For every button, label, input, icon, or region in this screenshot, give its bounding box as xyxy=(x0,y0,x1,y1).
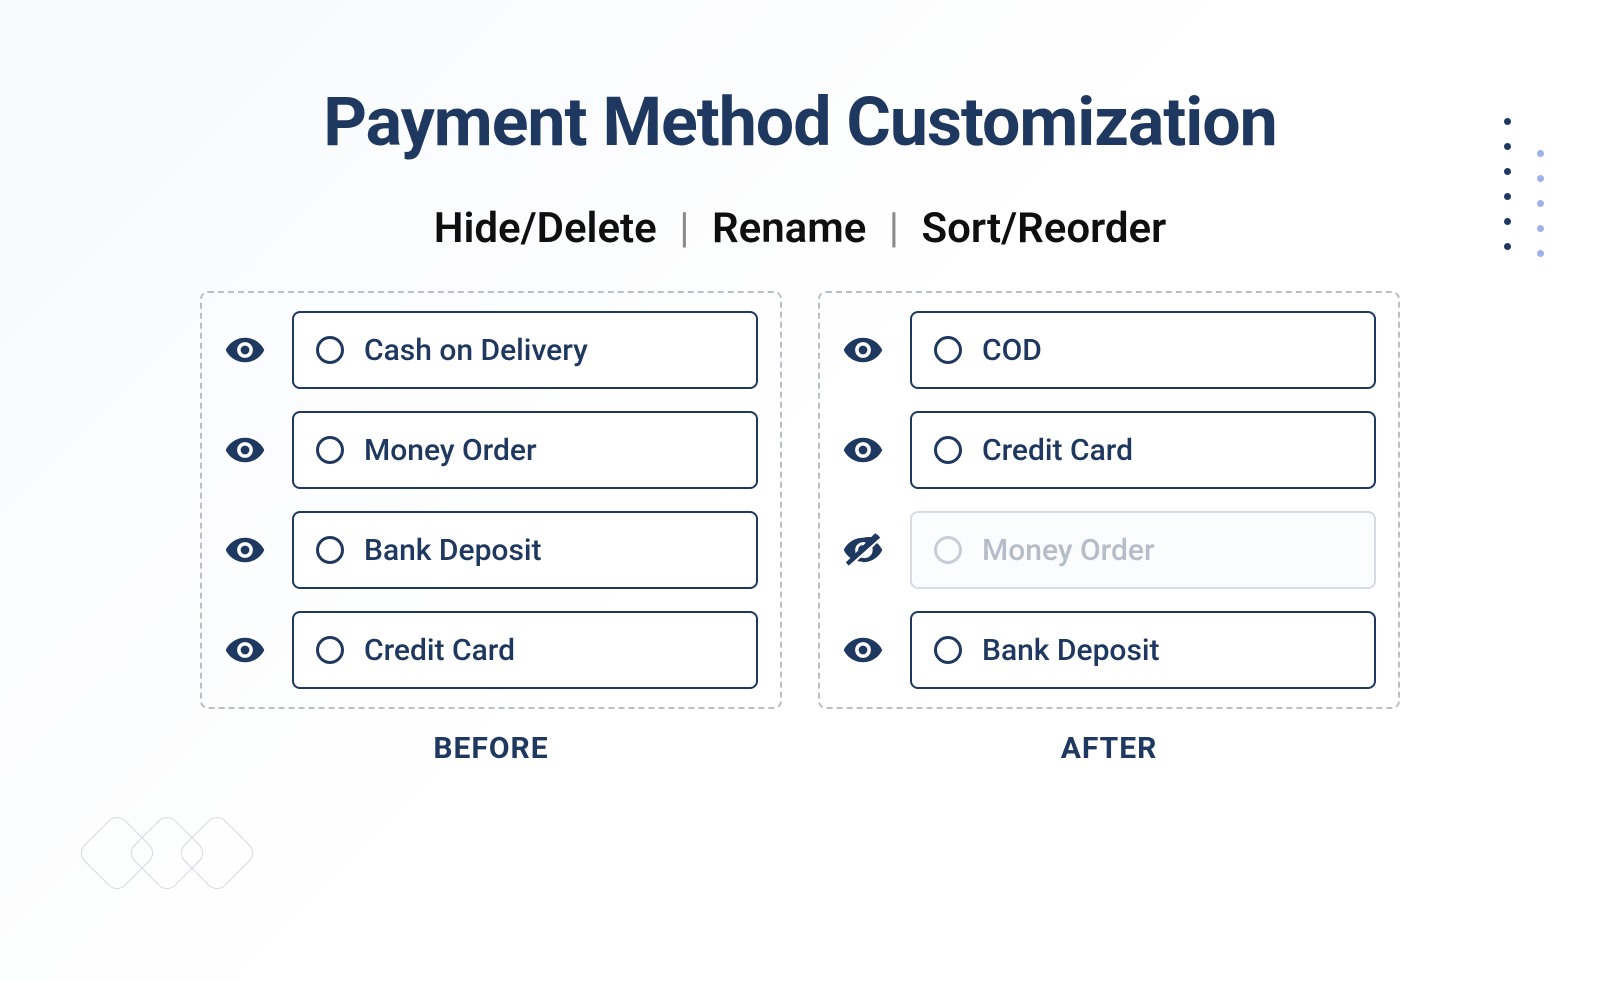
radio-icon[interactable] xyxy=(934,636,962,664)
payment-row: Credit Card xyxy=(842,411,1376,489)
before-caption: BEFORE xyxy=(200,731,782,766)
payment-label: Cash on Delivery xyxy=(364,333,588,368)
payment-option[interactable]: Cash on Delivery xyxy=(292,311,758,389)
separator: | xyxy=(679,204,689,253)
radio-icon[interactable] xyxy=(316,636,344,664)
radio-icon[interactable] xyxy=(934,536,962,564)
subtitle: Hide/Delete | Rename | Sort/Reorder xyxy=(0,204,1600,253)
payment-option[interactable]: Credit Card xyxy=(910,411,1376,489)
eye-visible-icon[interactable] xyxy=(224,329,266,371)
payment-label: Credit Card xyxy=(982,433,1133,468)
payment-label: Credit Card xyxy=(364,633,515,668)
payment-option[interactable]: Credit Card xyxy=(292,611,758,689)
eye-visible-icon[interactable] xyxy=(842,429,884,471)
payment-label: COD xyxy=(982,333,1042,368)
page-title: Payment Method Customization xyxy=(0,82,1600,162)
payment-row: Bank Deposit xyxy=(842,611,1376,689)
payment-row: Money Order xyxy=(842,511,1376,589)
radio-icon[interactable] xyxy=(316,536,344,564)
eye-visible-icon[interactable] xyxy=(224,629,266,671)
radio-icon[interactable] xyxy=(316,436,344,464)
payment-row: Credit Card xyxy=(224,611,758,689)
radio-icon[interactable] xyxy=(934,436,962,464)
payment-option[interactable]: COD xyxy=(910,311,1376,389)
after-caption: AFTER xyxy=(818,731,1400,766)
payment-row: Bank Deposit xyxy=(224,511,758,589)
payment-row: COD xyxy=(842,311,1376,389)
eye-visible-icon[interactable] xyxy=(842,629,884,671)
payment-option[interactable]: Bank Deposit xyxy=(292,511,758,589)
after-panel: COD Credit Card Money Order Bank Deposit xyxy=(818,291,1400,709)
subtitle-rename: Rename xyxy=(712,204,866,253)
eye-visible-icon[interactable] xyxy=(224,529,266,571)
payment-option[interactable]: Bank Deposit xyxy=(910,611,1376,689)
eye-visible-icon[interactable] xyxy=(842,329,884,371)
decorative-dots xyxy=(1504,118,1544,257)
payment-label: Bank Deposit xyxy=(982,633,1160,668)
radio-icon[interactable] xyxy=(316,336,344,364)
payment-label: Bank Deposit xyxy=(364,533,542,568)
payment-option[interactable]: Money Order xyxy=(292,411,758,489)
subtitle-hide-delete: Hide/Delete xyxy=(434,204,657,253)
separator: | xyxy=(889,204,899,253)
subtitle-sort-reorder: Sort/Reorder xyxy=(922,204,1167,253)
payment-option[interactable]: Money Order xyxy=(910,511,1376,589)
eye-hidden-icon[interactable] xyxy=(842,529,884,571)
before-panel: Cash on Delivery Money Order Bank Deposit C… xyxy=(200,291,782,709)
decorative-diamonds xyxy=(96,824,246,882)
payment-label: Money Order xyxy=(364,433,537,468)
payment-label: Money Order xyxy=(982,533,1155,568)
payment-row: Cash on Delivery xyxy=(224,311,758,389)
radio-icon[interactable] xyxy=(934,336,962,364)
payment-row: Money Order xyxy=(224,411,758,489)
eye-visible-icon[interactable] xyxy=(224,429,266,471)
